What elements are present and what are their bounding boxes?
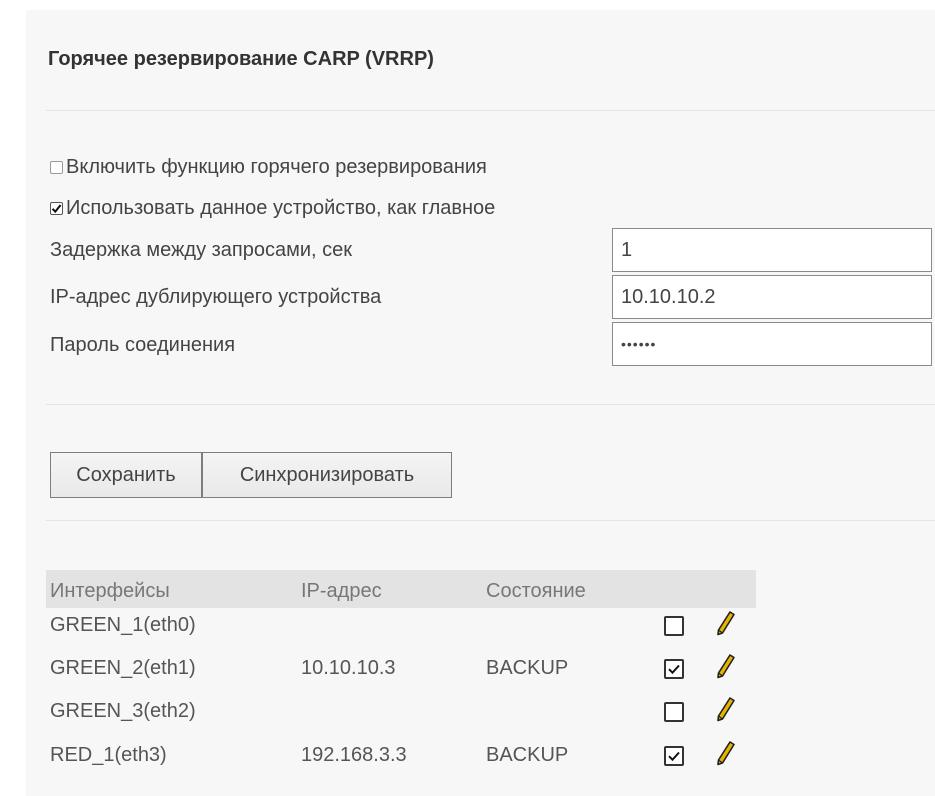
enable-carp-option[interactable]: Включить функцию горячего резервирования: [50, 156, 487, 179]
divider: [46, 520, 935, 521]
master-device-label: Использовать данное устройство, как глав…: [66, 197, 496, 219]
check-icon: [51, 204, 62, 214]
backup-ip-input[interactable]: [612, 275, 932, 319]
row-state: BACKUP: [486, 744, 569, 766]
divider: [46, 404, 935, 405]
divider: [46, 110, 935, 111]
sync-button[interactable]: Синхронизировать: [202, 452, 452, 498]
column-header-ip: IP-адрес: [301, 580, 382, 602]
column-header-interfaces: Интерфейсы: [50, 580, 170, 602]
save-button[interactable]: Сохранить: [50, 452, 202, 498]
section-title: Горячее резервирование CARP (VRRP): [48, 48, 434, 70]
row-ip: 10.10.10.3: [301, 657, 396, 679]
password-label: Пароль соединения: [50, 334, 236, 356]
password-input[interactable]: [612, 322, 932, 366]
master-device-option[interactable]: Использовать данное устройство, как глав…: [50, 197, 495, 220]
row-ip: 192.168.3.3: [301, 744, 407, 766]
row-interface: GREEN_1(eth0): [50, 614, 196, 636]
pencil-icon[interactable]: [714, 653, 736, 679]
delay-label: Задержка между запросами, сек: [50, 239, 353, 261]
row-enable-checkbox[interactable]: [664, 702, 684, 722]
enable-carp-label: Включить функцию горячего резервирования: [66, 156, 487, 178]
row-enable-checkbox[interactable]: [664, 616, 684, 636]
row-interface: GREEN_3(eth2): [50, 700, 196, 722]
delay-input[interactable]: [612, 228, 932, 272]
check-icon: [668, 751, 680, 762]
master-device-checkbox[interactable]: [50, 202, 63, 215]
row-interface: GREEN_2(eth1): [50, 657, 196, 679]
enable-carp-checkbox[interactable]: [50, 161, 63, 174]
pencil-icon[interactable]: [714, 740, 736, 766]
check-icon: [668, 664, 680, 675]
carp-settings-panel: Горячее резервирование CARP (VRRP) Включ…: [26, 10, 935, 796]
row-enable-checkbox[interactable]: [664, 659, 684, 679]
backup-ip-label: IP-адрес дублирующего устройства: [50, 286, 382, 308]
pencil-icon[interactable]: [714, 610, 736, 636]
row-interface: RED_1(eth3): [50, 744, 167, 766]
row-enable-checkbox[interactable]: [664, 746, 684, 766]
column-header-state: Состояние: [486, 580, 586, 602]
pencil-icon[interactable]: [714, 696, 736, 722]
row-state: BACKUP: [486, 657, 569, 679]
